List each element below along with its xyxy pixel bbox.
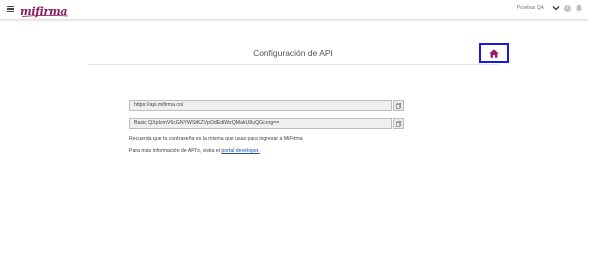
- logo-swoosh: [22, 15, 68, 17]
- api-url-input[interactable]: https://api.mifirma.co/: [129, 100, 392, 111]
- developer-info-note: Para más información de API's, visita el…: [129, 148, 404, 155]
- api-token-field: Basic QXpIcmV6cGNYWStKZVpOdEdiWzQMakU8uQ…: [129, 118, 404, 129]
- api-token-input[interactable]: Basic QXpIcmV6cGNYWStKZVpOdEdiWzQMakU8uQ…: [129, 118, 392, 129]
- home-icon: [489, 48, 499, 58]
- user-name[interactable]: Pruebas QA: [517, 5, 544, 11]
- hamburger-icon[interactable]: [7, 6, 14, 13]
- page-title: Configuración de API: [253, 48, 333, 58]
- password-note: Recuerda que tu contraseña es la misma q…: [129, 136, 303, 142]
- developer-info-text: Para más información de API's, visita el: [129, 148, 222, 154]
- chevron-down-icon[interactable]: [552, 4, 560, 12]
- page-header: Configuración de API: [88, 44, 498, 65]
- copy-icon: [396, 102, 401, 109]
- copy-icon: [396, 120, 401, 127]
- top-navigation-bar: mifirma Pruebas QA i: [0, 0, 589, 19]
- bell-icon[interactable]: [575, 4, 583, 12]
- copy-url-button[interactable]: [393, 100, 404, 111]
- api-url-field: https://api.mifirma.co/: [129, 100, 404, 111]
- info-icon[interactable]: i: [564, 4, 571, 12]
- portal-developer-link[interactable]: portal developer.: [221, 148, 259, 154]
- api-config-form: https://api.mifirma.co/ Basic QXpIcmV6cG…: [129, 100, 404, 155]
- home-button[interactable]: [479, 43, 509, 63]
- user-area: Pruebas QA i: [517, 4, 583, 12]
- mifirma-logo[interactable]: mifirma: [20, 2, 68, 17]
- copy-token-button[interactable]: [393, 118, 404, 129]
